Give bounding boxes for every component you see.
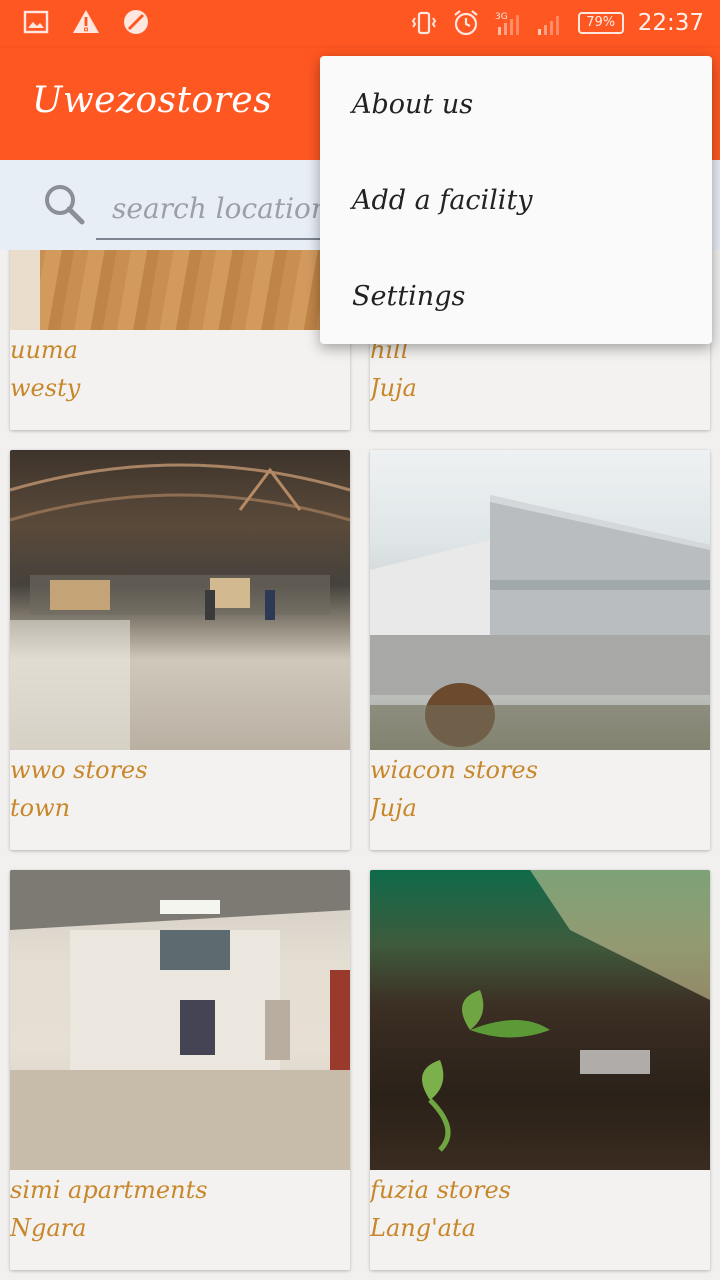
facility-name: fuzia stores [370,1176,511,1204]
facility-name: wiacon stores [370,756,538,784]
facility-photo [10,870,350,1170]
facility-photo [370,450,710,750]
facility-card[interactable]: wiacon stores Juja [370,450,710,850]
facility-photo [10,250,350,330]
menu-item-about-us[interactable]: About us [320,56,712,152]
facility-card[interactable]: simi apartments Ngara [10,870,350,1270]
battery-indicator: 79% [577,12,624,34]
menu-item-settings[interactable]: Settings [320,248,712,344]
facility-card[interactable]: wwo stores town [10,450,350,850]
facility-name: simi apartments [10,1176,208,1204]
clock: 22:37 [637,10,704,36]
facility-grid: uuma westy hill Juja wwo stores town wia… [0,250,720,1280]
facility-card[interactable]: fuzia stores Lang'ata [370,870,710,1270]
vibrate-icon [411,11,436,35]
image-notification-icon [23,10,49,34]
facility-location: Ngara [10,1214,87,1242]
facility-location: Juja [370,374,417,402]
facility-photo [370,870,710,1170]
status-bar: 3G 79% 22:37 [0,0,720,48]
signal-3g-icon: 3G [495,12,519,35]
facility-name: wwo stores [10,756,148,784]
alarm-icon [454,10,478,36]
svg-text:3G: 3G [495,12,508,22]
facility-name: uuma [10,336,78,364]
app-title: Uwezostores [32,80,273,121]
facility-location: westy [10,374,81,402]
menu-item-add-facility[interactable]: Add a facility [320,152,712,248]
warning-icon [73,10,99,33]
facility-location: Lang'ata [370,1214,476,1242]
facility-card[interactable]: uuma westy [10,250,350,430]
facility-photo [10,450,350,750]
facility-location: Juja [370,794,417,822]
search-input[interactable] [96,178,346,240]
search-icon[interactable] [42,182,86,226]
facility-location: town [10,794,71,822]
signal-bars-icon [537,16,559,35]
overflow-menu: About us Add a facility Settings [320,56,712,344]
data-saver-icon [124,10,148,34]
